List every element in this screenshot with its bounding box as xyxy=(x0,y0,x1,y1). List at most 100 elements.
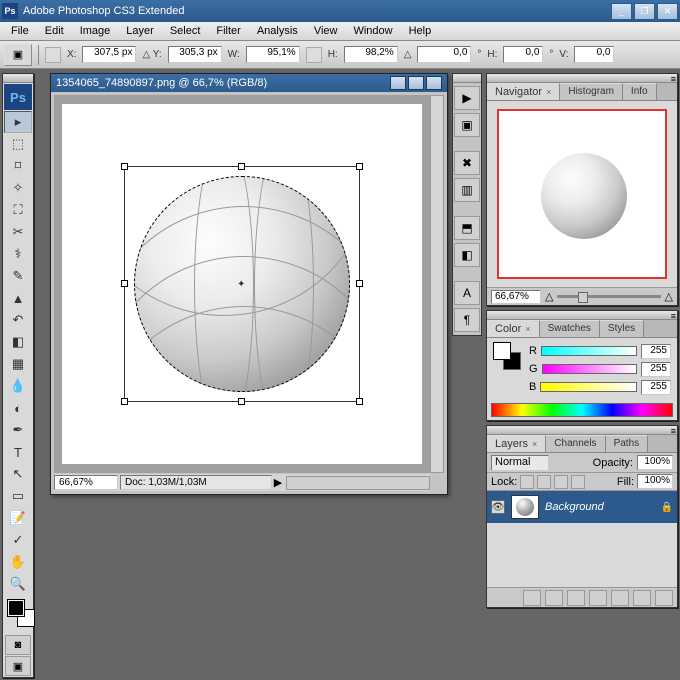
type-tool[interactable]: T xyxy=(4,441,32,463)
handle-nw[interactable] xyxy=(121,163,128,170)
dock-brushes-icon[interactable]: ✖ xyxy=(454,151,480,175)
tab-styles[interactable]: Styles xyxy=(600,320,644,337)
quickmask-button[interactable]: ◙ xyxy=(5,635,31,655)
color-swatches[interactable] xyxy=(493,342,521,370)
navigator-slider[interactable] xyxy=(557,295,660,298)
handle-se[interactable] xyxy=(356,398,363,405)
y-field[interactable]: 305,3 px xyxy=(168,46,222,63)
menu-window[interactable]: Window xyxy=(346,23,399,39)
angle-field[interactable]: 0,0 xyxy=(417,46,471,63)
handle-w[interactable] xyxy=(121,280,128,287)
gradient-tool[interactable]: ▦ xyxy=(4,353,32,375)
eyedropper-tool[interactable]: ✓ xyxy=(4,529,32,551)
stamp-tool[interactable]: ▲ xyxy=(4,287,32,309)
dock-history-icon[interactable]: ▶ xyxy=(454,86,480,110)
wand-tool[interactable]: ✧ xyxy=(4,177,32,199)
vskew-field[interactable]: 0,0 xyxy=(574,46,614,63)
panel-menu-icon[interactable]: ≡ xyxy=(671,311,676,321)
tab-histogram[interactable]: Histogram xyxy=(560,83,623,100)
shape-tool[interactable]: ▭ xyxy=(4,485,32,507)
heal-tool[interactable]: ⚕ xyxy=(4,243,32,265)
g-slider[interactable] xyxy=(542,364,637,374)
doc-minimize[interactable] xyxy=(390,76,406,90)
restore-button[interactable]: ❐ xyxy=(634,3,655,20)
x-field[interactable]: 307,5 px xyxy=(82,46,136,63)
lock-all-icon[interactable] xyxy=(571,475,585,489)
hand-tool[interactable]: ✋ xyxy=(4,551,32,573)
path-tool[interactable]: ↖ xyxy=(4,463,32,485)
lock-transparent-icon[interactable] xyxy=(520,475,534,489)
blend-mode-select[interactable]: Normal xyxy=(491,455,549,471)
scrollbar-h[interactable] xyxy=(286,476,430,490)
adjustment-layer-icon[interactable] xyxy=(589,590,607,606)
g-value[interactable]: 255 xyxy=(641,362,671,377)
zoom-tool[interactable]: 🔍 xyxy=(4,573,32,595)
crop-tool[interactable]: ⛶ xyxy=(4,199,32,221)
eraser-tool[interactable]: ◧ xyxy=(4,331,32,353)
r-slider[interactable] xyxy=(541,346,637,356)
scrollbar-v[interactable] xyxy=(430,95,444,473)
slice-tool[interactable]: ✂ xyxy=(4,221,32,243)
menu-image[interactable]: Image xyxy=(73,23,118,39)
link-wh-icon[interactable] xyxy=(306,47,322,63)
pen-tool[interactable]: ✒ xyxy=(4,419,32,441)
layer-style-icon[interactable] xyxy=(545,590,563,606)
menu-help[interactable]: Help xyxy=(402,23,439,39)
menu-select[interactable]: Select xyxy=(163,23,208,39)
handle-n[interactable] xyxy=(238,163,245,170)
zoom-field[interactable]: 66,67% xyxy=(54,475,118,490)
doc-close[interactable] xyxy=(426,76,442,90)
menu-filter[interactable]: Filter xyxy=(209,23,247,39)
close-button[interactable]: ✕ xyxy=(657,3,678,20)
navigator-zoom-field[interactable]: 66,67% xyxy=(491,290,541,304)
dock-actions-icon[interactable]: ▣ xyxy=(454,113,480,137)
marquee-tool[interactable]: ⬚ xyxy=(4,133,32,155)
notes-tool[interactable]: 📝 xyxy=(4,507,32,529)
blur-tool[interactable]: 💧 xyxy=(4,375,32,397)
opacity-field[interactable]: 100% xyxy=(637,455,673,470)
panel-menu-icon[interactable]: ≡ xyxy=(671,74,676,84)
menu-layer[interactable]: Layer xyxy=(119,23,161,39)
tab-navigator[interactable]: Navigator× xyxy=(487,83,560,100)
zoom-out-icon[interactable]: △ xyxy=(545,290,553,303)
navigator-preview[interactable] xyxy=(497,109,667,279)
b-slider[interactable] xyxy=(540,382,637,392)
visibility-icon[interactable]: 👁 xyxy=(491,500,505,514)
layer-mask-icon[interactable] xyxy=(567,590,585,606)
menu-analysis[interactable]: Analysis xyxy=(250,23,305,39)
tab-channels[interactable]: Channels xyxy=(546,435,605,452)
info-arrow-icon[interactable]: ▶ xyxy=(274,476,282,489)
hue-ramp[interactable] xyxy=(491,403,673,417)
tab-paths[interactable]: Paths xyxy=(606,435,649,452)
fill-field[interactable]: 100% xyxy=(637,474,673,489)
menu-edit[interactable]: Edit xyxy=(38,23,71,39)
move-tool[interactable]: ▸ xyxy=(4,111,32,133)
screenmode-button[interactable]: ▣ xyxy=(5,656,31,676)
layer-background[interactable]: 👁 Background 🔒 xyxy=(487,491,677,523)
link-layers-icon[interactable] xyxy=(523,590,541,606)
handle-s[interactable] xyxy=(238,398,245,405)
dock-clone-icon[interactable]: ▥ xyxy=(454,178,480,202)
zoom-in-icon[interactable]: △ xyxy=(665,290,673,303)
menu-view[interactable]: View xyxy=(307,23,345,39)
h-field[interactable]: 98,2% xyxy=(344,46,398,63)
dock-character-icon[interactable]: A xyxy=(454,281,480,305)
minimize-button[interactable]: _ xyxy=(611,3,632,20)
brush-tool[interactable]: ✎ xyxy=(4,265,32,287)
handle-e[interactable] xyxy=(356,280,363,287)
delete-layer-icon[interactable] xyxy=(655,590,673,606)
b-value[interactable]: 255 xyxy=(641,380,671,395)
history-brush-tool[interactable]: ↶ xyxy=(4,309,32,331)
lock-position-icon[interactable] xyxy=(554,475,568,489)
dock-paragraph-icon[interactable]: ¶ xyxy=(454,308,480,332)
doc-restore[interactable] xyxy=(408,76,424,90)
r-value[interactable]: 255 xyxy=(641,344,671,359)
transform-box[interactable]: ✦ xyxy=(124,166,360,402)
dodge-tool[interactable]: ◐ xyxy=(4,397,32,419)
tool-preset[interactable]: ▣ xyxy=(4,44,32,66)
tab-swatches[interactable]: Swatches xyxy=(540,320,600,337)
color-swatch[interactable] xyxy=(5,597,31,633)
hskew-field[interactable]: 0,0 xyxy=(503,46,543,63)
lasso-tool[interactable]: ⌑ xyxy=(4,155,32,177)
menu-file[interactable]: File xyxy=(4,23,36,39)
